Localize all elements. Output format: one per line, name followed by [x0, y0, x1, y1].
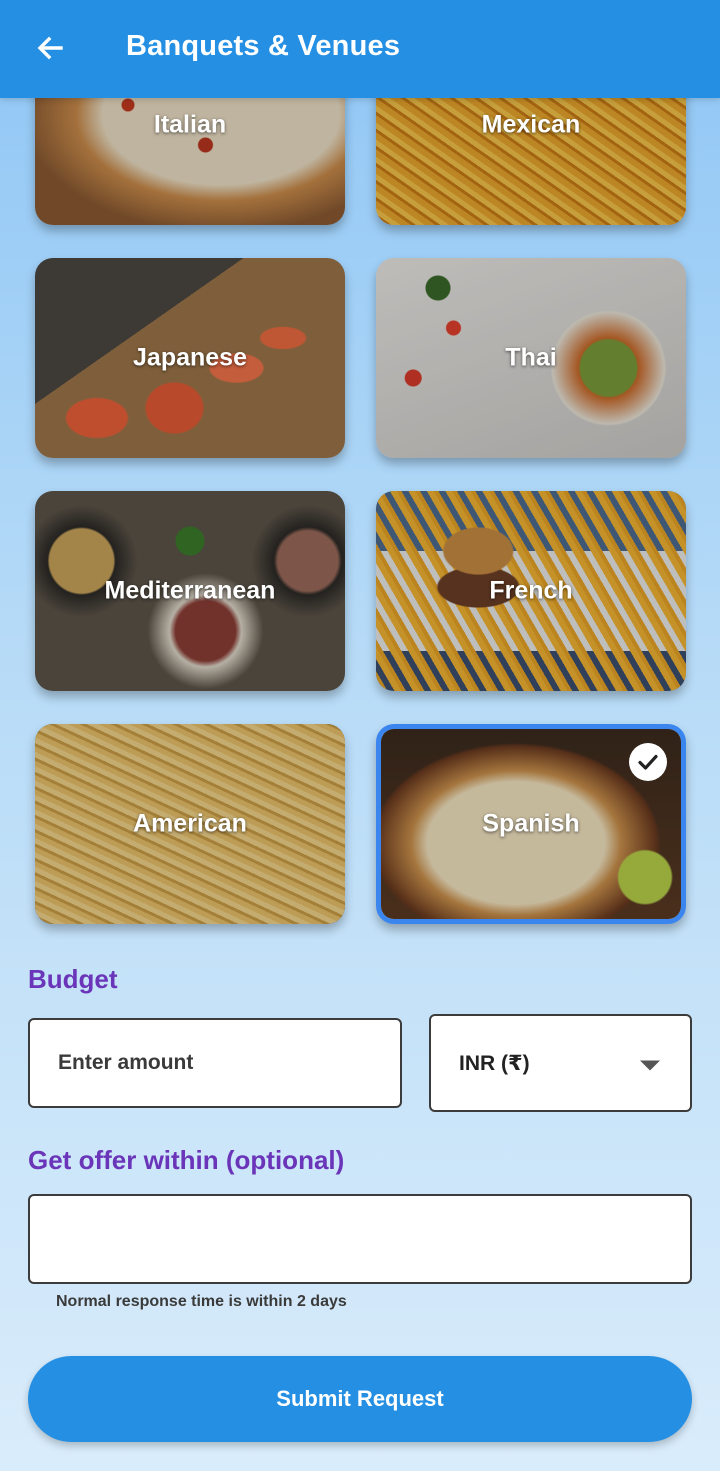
currency-value: INR (₹)	[459, 1051, 530, 1075]
cuisine-card-thai[interactable]: Thai	[376, 258, 686, 458]
cuisine-card-mediterranean[interactable]: Mediterranean	[35, 491, 345, 691]
cuisine-label: Mediterranean	[104, 576, 276, 605]
cuisine-label: Japanese	[133, 343, 247, 372]
cuisine-label: Thai	[505, 343, 557, 372]
cuisine-label: Italian	[153, 110, 227, 139]
cuisine-card-spanish[interactable]: Spanish	[376, 724, 686, 924]
offer-within-input[interactable]	[28, 1194, 692, 1284]
helper-text: Normal response time is within 2 days	[56, 1293, 347, 1310]
arrow-left-icon	[34, 32, 66, 69]
cuisine-card-french[interactable]: French	[376, 491, 686, 691]
currency-dropdown[interactable]: INR (₹)	[429, 1014, 692, 1112]
cuisine-card-japanese[interactable]: Japanese	[35, 258, 345, 458]
page-title: Banquets & Venues	[126, 30, 401, 62]
dropdown-arrow-icon	[640, 1060, 660, 1071]
cuisine-grid: Italian Mexican Japanese Thai Mediterran…	[0, 0, 720, 940]
offer-label: Get offer within (optional)	[28, 1145, 345, 1175]
amount-input[interactable]: Enter amount	[28, 1018, 402, 1108]
app-bar: Banquets & Venues	[0, 0, 720, 98]
check-circle-icon	[629, 743, 667, 781]
back-button[interactable]	[30, 30, 70, 70]
budget-label: Budget	[28, 964, 118, 994]
amount-placeholder: Enter amount	[58, 1051, 194, 1074]
cuisine-label: French	[489, 576, 573, 605]
cuisine-label: Mexican	[481, 110, 581, 139]
cuisine-label: Spanish	[482, 809, 580, 838]
cuisine-card-american[interactable]: American	[35, 724, 345, 924]
cuisine-label: American	[133, 809, 247, 838]
submit-request-button[interactable]: Submit Request	[28, 1356, 692, 1442]
